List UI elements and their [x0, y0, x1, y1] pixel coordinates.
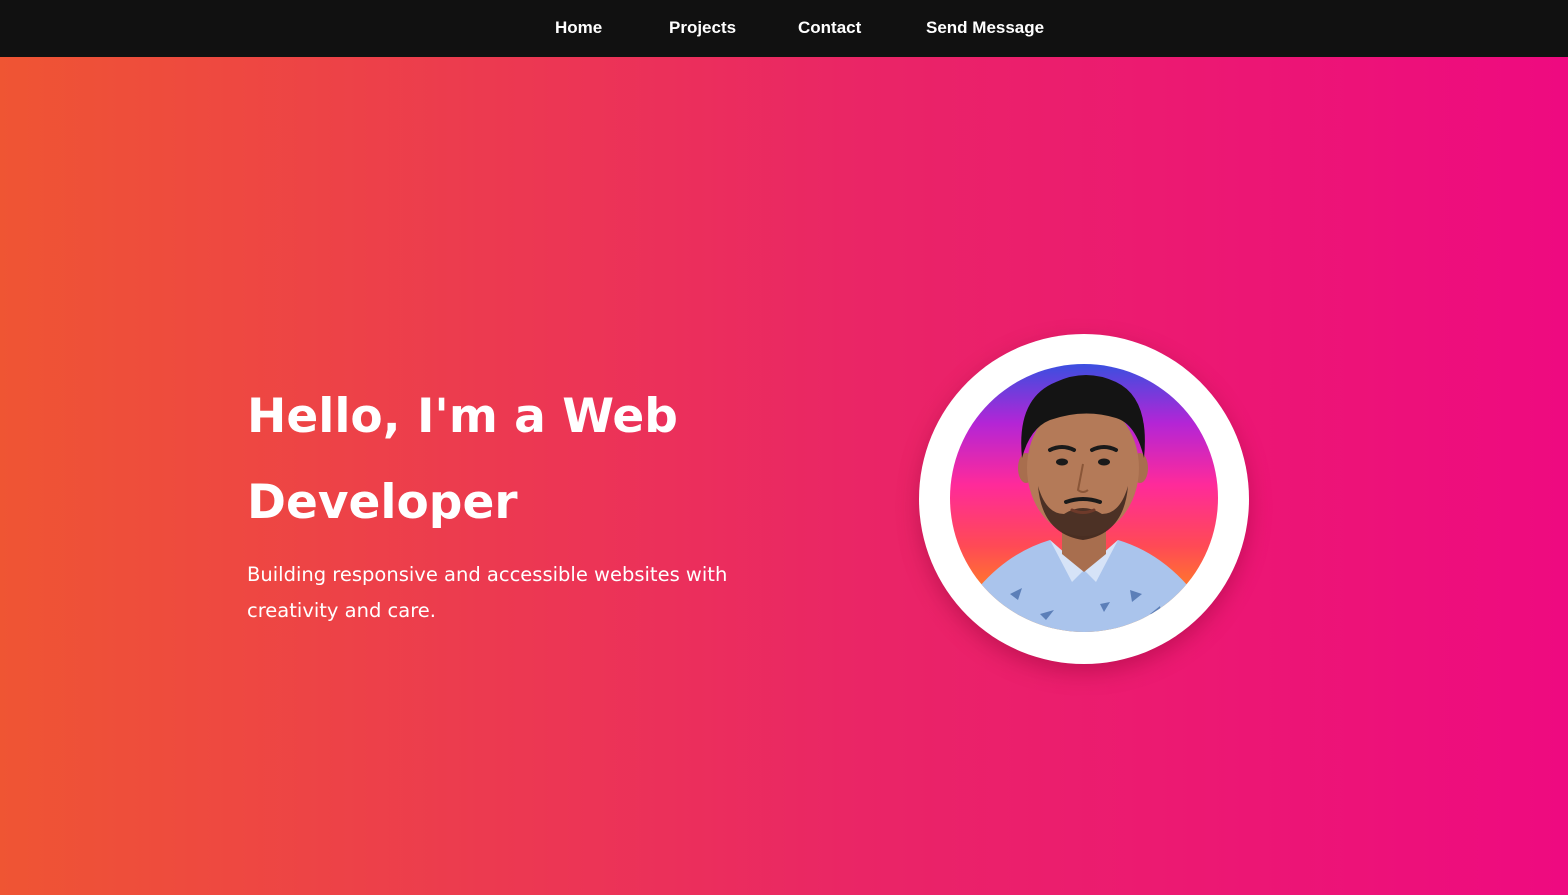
profile-photo — [950, 364, 1218, 632]
person-portrait-icon — [970, 375, 1198, 632]
hero-title: Hello, I'm a Web Developer — [247, 389, 678, 530]
nav-link-projects[interactable]: Projects — [669, 0, 736, 57]
nav-link-contact[interactable]: Contact — [798, 0, 861, 57]
top-navigation-bar: Home Projects Contact Send Message — [0, 0, 1568, 57]
nav-link-home[interactable]: Home — [555, 0, 602, 57]
nav-link-send-message[interactable]: Send Message — [926, 0, 1044, 57]
avatar-frame — [919, 334, 1249, 664]
hero-section: Hello, I'm a Web Developer Building resp… — [0, 57, 1568, 895]
hero-subtitle: Building responsive and accessible websi… — [247, 563, 728, 622]
